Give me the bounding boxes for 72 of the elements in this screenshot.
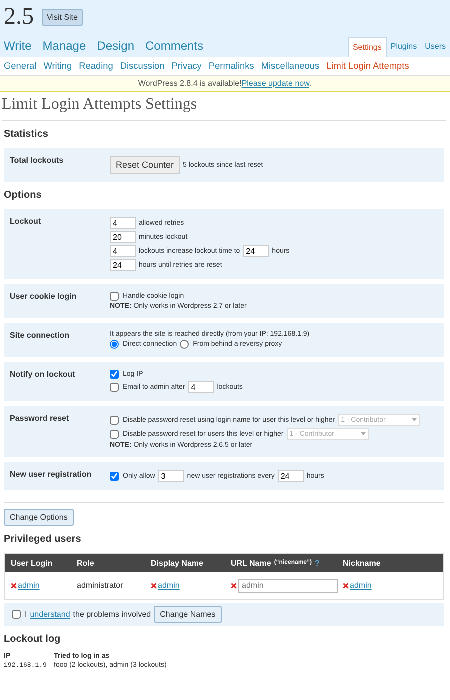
version-title: 2.5	[4, 4, 34, 31]
submenu-link[interactable]: Discussion	[120, 61, 165, 71]
confirm-text: the problems involved	[73, 610, 152, 619]
help-link[interactable]: ?	[315, 558, 320, 568]
field-label: New user registration	[10, 470, 93, 481]
understand-link[interactable]: understand	[30, 610, 70, 619]
field-label: Notify on lockout	[10, 370, 76, 381]
checkbox[interactable]	[12, 610, 21, 619]
confirm-text: I	[25, 610, 28, 619]
submenu-link[interactable]: Permalinks	[208, 61, 254, 71]
input-field[interactable]: 4	[110, 245, 136, 257]
menu-link[interactable]: Design	[97, 39, 135, 53]
submenu-link[interactable]: General	[4, 61, 37, 71]
input-field[interactable]: 20	[110, 231, 136, 243]
menu-tab[interactable]: Plugins	[386, 37, 422, 57]
change-names-button[interactable]: Change Names	[154, 606, 222, 623]
checkbox[interactable]	[110, 472, 119, 480]
field-label: Lockout	[10, 217, 42, 228]
table-cell: administrator	[77, 581, 124, 590]
section-heading: Lockout log	[4, 634, 62, 645]
change-options-button[interactable]: Change Options	[4, 509, 74, 526]
column-header: Role	[77, 558, 94, 568]
input-field[interactable]: 4	[188, 381, 214, 393]
user-link[interactable]: admin	[350, 581, 372, 590]
section-heading: Statistics	[4, 129, 50, 140]
notice-period: .	[309, 79, 312, 88]
remove-icon[interactable]	[151, 582, 157, 588]
input-field[interactable]: 4	[110, 217, 136, 229]
section-heading: Privileged users	[4, 534, 82, 545]
checkbox[interactable]	[110, 416, 119, 424]
column-header: Display Name	[151, 558, 204, 568]
menu-tab[interactable]: Users	[421, 37, 450, 57]
submenu-link[interactable]: Reading	[79, 61, 114, 71]
remove-icon[interactable]	[231, 582, 237, 588]
notice-text: WordPress 2.8.4 is available!	[138, 79, 242, 88]
submenu-link[interactable]: Writing	[44, 61, 72, 71]
menu-link[interactable]: Manage	[42, 39, 86, 53]
radio-button[interactable]	[110, 340, 119, 349]
column-header: User Login	[11, 558, 53, 568]
page-title: Limit Login Attempts Settings	[2, 96, 446, 121]
checkbox[interactable]	[110, 382, 119, 392]
input-field[interactable]: 24	[110, 259, 136, 271]
checkbox[interactable]	[110, 370, 119, 379]
input-field[interactable]: 24	[243, 245, 270, 257]
input-field[interactable]: 24	[278, 470, 304, 482]
column-header: Nickname	[343, 558, 381, 568]
section-heading: Options	[4, 190, 43, 201]
field-label: Password reset	[10, 414, 70, 425]
remove-icon[interactable]	[343, 582, 349, 588]
user-link[interactable]: admin	[158, 581, 180, 590]
remove-icon[interactable]	[11, 582, 17, 588]
radio-button[interactable]	[180, 340, 190, 349]
caret-icon	[412, 418, 418, 422]
column-header: URL Name	[231, 558, 272, 568]
checkbox[interactable]	[110, 430, 119, 438]
field-label: User cookie login	[10, 292, 78, 303]
checkbox[interactable]	[110, 292, 119, 301]
input-field[interactable]: 3	[158, 470, 184, 482]
submenu-link[interactable]: Privacy	[172, 61, 202, 71]
menu-link[interactable]: Comments	[146, 39, 204, 53]
menu-link[interactable]: Write	[4, 39, 32, 53]
menu-tab[interactable]: Settings	[348, 37, 387, 57]
submenu-link[interactable]: Miscellaneous	[261, 61, 320, 71]
caret-icon	[360, 432, 366, 436]
field-label: Total lockouts	[10, 156, 65, 167]
update-link[interactable]: Please update now	[242, 79, 310, 88]
visit-site-button[interactable]: Visit Site	[42, 9, 83, 26]
submenu-link[interactable]: Limit Login Attempts	[326, 61, 410, 71]
reset-button[interactable]: Reset Counter	[110, 156, 180, 174]
name-field[interactable]: admin	[238, 578, 338, 592]
field-label: Site connection	[10, 331, 71, 342]
user-link[interactable]: admin	[18, 581, 40, 590]
